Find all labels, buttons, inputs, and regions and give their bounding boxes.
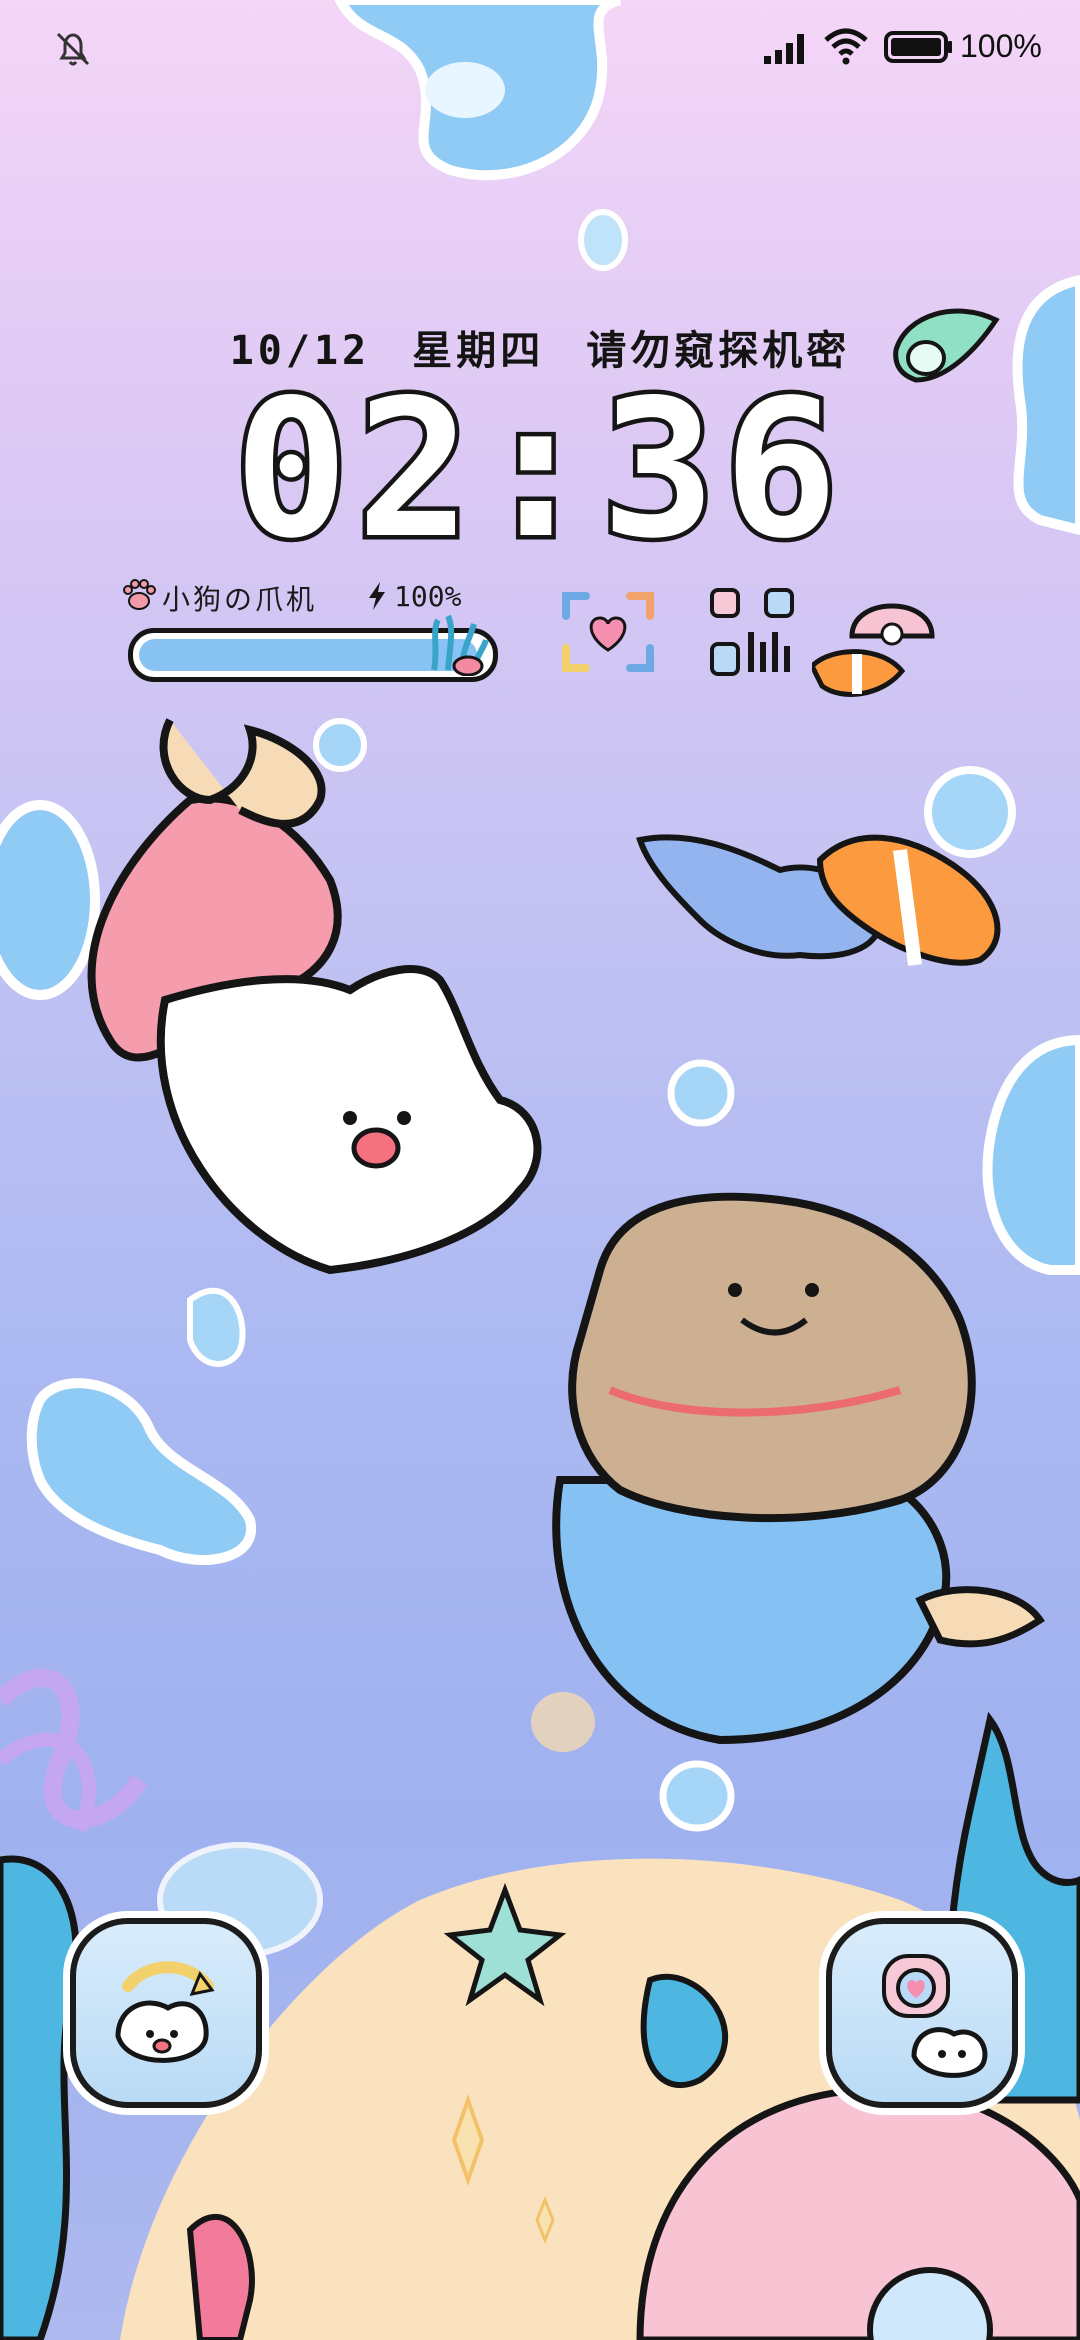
status-bar: 100% — [0, 0, 1080, 96]
heart-dog-shortcut-icon[interactable] — [826, 1918, 1018, 2108]
paw-icon — [123, 579, 156, 610]
mermaid-dog-illustration — [87, 718, 542, 1275]
heart-scan-icon[interactable] — [558, 586, 658, 678]
lockscreen-clock: 02:36 — [230, 359, 846, 580]
status-battery-percent: 100% — [960, 28, 1042, 64]
wifi-icon — [824, 28, 868, 65]
mermaid-bear-illustration — [552, 1192, 1045, 1745]
widget-battery-percent: 100% — [394, 580, 462, 613]
rotate-dog-shortcut-icon[interactable] — [70, 1918, 262, 2108]
battery-full-icon — [884, 31, 952, 63]
bell-off-icon — [56, 32, 90, 66]
shark-and-fish-illustration — [636, 834, 1001, 966]
coral-icon — [431, 614, 489, 676]
heart-camera-icon — [882, 1954, 988, 2078]
qr-code-icon[interactable] — [706, 584, 798, 680]
rotate-arrow-icon — [115, 1961, 215, 2063]
cellular-signal-icon — [764, 34, 804, 64]
device-name-label: 小狗の爪机 — [162, 583, 318, 616]
charging-bolt-icon — [369, 582, 385, 610]
clam-and-clownfish-icon — [812, 603, 935, 697]
